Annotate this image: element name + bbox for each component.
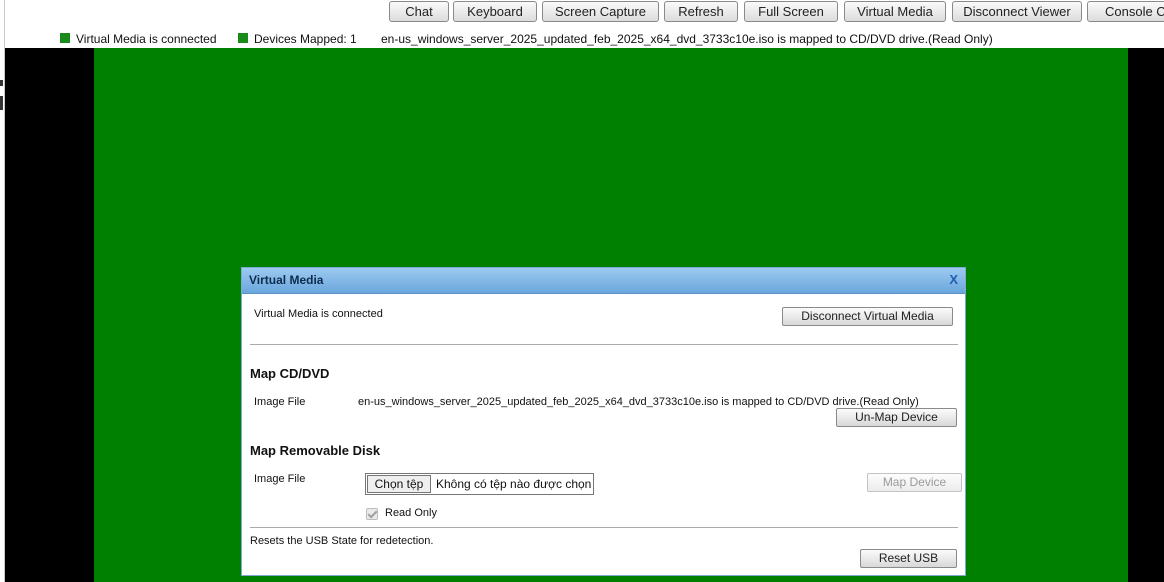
- chat-button[interactable]: Chat: [389, 1, 449, 22]
- vm-connected-indicator: [60, 33, 70, 43]
- no-file-chosen-text: Không có tệp nào được chọn: [436, 477, 592, 491]
- divider: [250, 527, 958, 528]
- virtual-media-button[interactable]: Virtual Media: [844, 1, 946, 22]
- removable-image-file-label: Image File: [254, 473, 306, 485]
- screen-capture-button[interactable]: Screen Capture: [542, 1, 659, 22]
- dialog-title-bar[interactable]: Virtual Media X: [242, 268, 965, 294]
- unmap-device-button[interactable]: Un-Map Device: [836, 408, 957, 427]
- dialog-title: Virtual Media: [249, 273, 324, 287]
- devices-mapped-status: Devices Mapped: 1: [254, 32, 357, 46]
- disconnect-viewer-button[interactable]: Disconnect Viewer: [952, 1, 1082, 22]
- devices-mapped-indicator: [238, 33, 248, 43]
- mapped-device-status: en-us_windows_server_2025_updated_feb_20…: [381, 32, 993, 46]
- vm-connected-status: Virtual Media is connected: [76, 32, 217, 46]
- divider: [250, 344, 958, 345]
- choose-file-button[interactable]: Chọn tệp: [367, 475, 431, 493]
- reset-usb-button[interactable]: Reset USB: [860, 549, 957, 568]
- status-bar: Virtual Media is connected Devices Mappe…: [0, 31, 1164, 47]
- edge-mark: [0, 96, 3, 110]
- map-removable-disk-heading: Map Removable Disk: [250, 443, 381, 458]
- edge-mark: [0, 80, 3, 86]
- virtual-media-dialog: Virtual Media X Virtual Media is connect…: [241, 267, 966, 576]
- console-control-button[interactable]: Console Co: [1087, 1, 1164, 22]
- cd-mapped-text: en-us_windows_server_2025_updated_feb_20…: [358, 396, 919, 408]
- keyboard-button[interactable]: Keyboard: [453, 1, 537, 22]
- map-cd-dvd-heading: Map CD/DVD: [250, 366, 330, 381]
- close-icon[interactable]: X: [949, 272, 958, 287]
- map-device-button[interactable]: Map Device: [867, 473, 962, 492]
- full-screen-button[interactable]: Full Screen: [744, 1, 838, 22]
- refresh-button[interactable]: Refresh: [664, 1, 738, 22]
- disconnect-virtual-media-button[interactable]: Disconnect Virtual Media: [782, 307, 953, 326]
- reset-usb-description: Resets the USB State for redetection.: [250, 535, 434, 547]
- cd-image-file-label: Image File: [254, 396, 306, 408]
- read-only-checkbox[interactable]: [366, 508, 378, 520]
- file-input[interactable]: Chọn tệp Không có tệp nào được chọn: [365, 473, 594, 495]
- viewer-toolbar: Chat Keyboard Screen Capture Refresh Ful…: [389, 1, 1164, 24]
- read-only-label: Read Only: [385, 507, 437, 519]
- vm-connected-text: Virtual Media is connected: [254, 308, 383, 320]
